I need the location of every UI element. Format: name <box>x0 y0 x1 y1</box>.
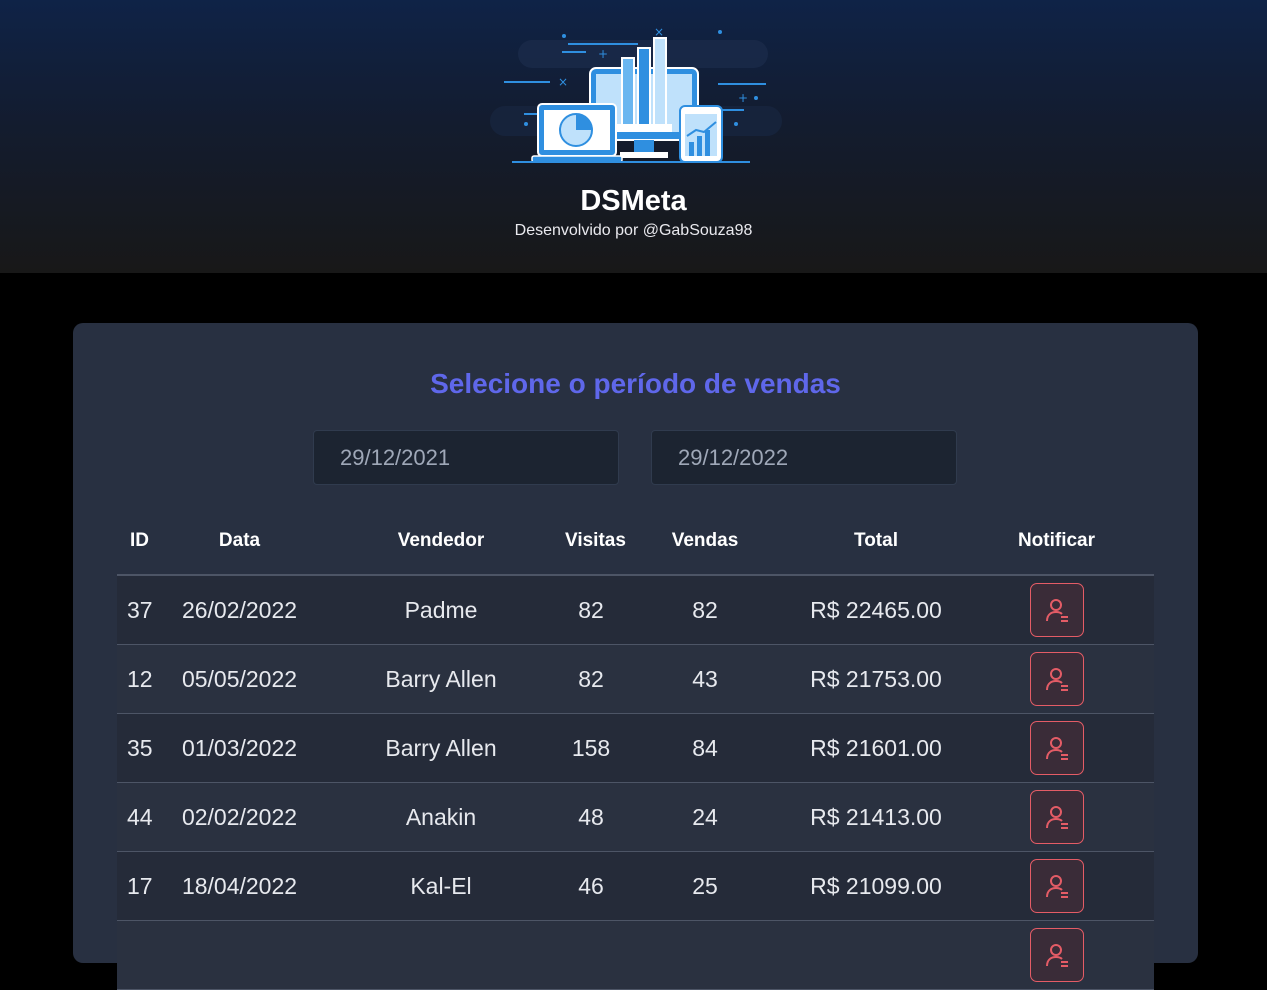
notify-button[interactable] <box>1029 652 1084 706</box>
cell-id: 35 <box>117 713 162 783</box>
header-notify: Notificar <box>959 508 1154 576</box>
notify-button[interactable] <box>1029 583 1084 637</box>
user-notify-icon <box>1045 599 1068 622</box>
cell-notify <box>959 851 1154 921</box>
cell-seller: Barry Allen <box>317 644 565 714</box>
min-date-input[interactable] <box>313 430 619 485</box>
user-notify-icon <box>1045 668 1068 691</box>
cell-date: 26/02/2022 <box>162 575 317 645</box>
cell-visits: 82 <box>565 644 617 714</box>
cell-visits: 82 <box>565 575 617 645</box>
table-row: 35 01/03/2022 Barry Allen 158 84 R$ 2160… <box>117 713 1154 783</box>
notify-button[interactable] <box>1029 859 1084 913</box>
cell-visits: 158 <box>565 713 617 783</box>
table-header-row: ID Data Vendedor Visitas Vendas Total No… <box>117 508 1154 576</box>
dashboard-devices-illustration: + × + × <box>490 26 782 163</box>
header-visits: Visitas <box>565 508 626 576</box>
cell-total: R$ 21601.00 <box>793 713 959 783</box>
table-row: 17 18/04/2022 Kal-El 46 25 R$ 21099.00 <box>117 851 1154 921</box>
cell-total <box>793 920 959 990</box>
cell-date: 02/02/2022 <box>162 782 317 852</box>
cell-date: 01/03/2022 <box>162 713 317 783</box>
table-row: 44 02/02/2022 Anakin 48 24 R$ 21413.00 <box>117 782 1154 852</box>
cell-visits: 46 <box>565 851 617 921</box>
cell-seller: Padme <box>317 575 565 645</box>
cell-sales: 43 <box>617 644 793 714</box>
table-row <box>117 920 1154 990</box>
cell-seller <box>317 920 565 990</box>
svg-text:+: + <box>738 91 748 105</box>
cell-total: R$ 22465.00 <box>793 575 959 645</box>
svg-text:+: + <box>598 47 608 61</box>
cell-id: 12 <box>117 644 162 714</box>
cell-date: 18/04/2022 <box>162 851 317 921</box>
app-header: + × + × DSMeta Desenvolvido por @GabSouz… <box>0 0 1267 273</box>
cell-total: R$ 21413.00 <box>793 782 959 852</box>
table-row: 37 26/02/2022 Padme 82 82 R$ 22465.00 <box>117 575 1154 645</box>
cell-seller: Anakin <box>317 782 565 852</box>
notify-button[interactable] <box>1029 790 1084 844</box>
header-date: Data <box>162 508 317 576</box>
cell-sales: 82 <box>617 575 793 645</box>
sales-period-title: Selecione o período de vendas <box>430 368 841 399</box>
cell-notify <box>959 782 1154 852</box>
header-id: ID <box>117 508 162 576</box>
cell-id: 17 <box>117 851 162 921</box>
cell-sales: 24 <box>617 782 793 852</box>
cell-sales <box>617 920 793 990</box>
app-subtitle: Desenvolvido por @GabSouza98 <box>514 222 753 239</box>
cell-seller: Barry Allen <box>317 713 565 783</box>
cell-id: 37 <box>117 575 162 645</box>
notify-button[interactable] <box>1029 928 1084 982</box>
header-sales: Vendas <box>617 508 793 576</box>
user-notify-icon <box>1045 875 1068 898</box>
notify-button[interactable] <box>1029 721 1084 775</box>
cell-total: R$ 21099.00 <box>793 851 959 921</box>
user-notify-icon <box>1045 944 1068 967</box>
cell-id <box>117 920 162 990</box>
cell-seller: Kal-El <box>317 851 565 921</box>
max-date-input[interactable] <box>651 430 957 485</box>
cell-date <box>162 920 317 990</box>
cell-notify <box>959 644 1154 714</box>
header-total: Total <box>793 508 959 576</box>
sales-table: ID Data Vendedor Visitas Vendas Total No… <box>117 508 1154 990</box>
user-notify-icon <box>1045 806 1068 829</box>
cell-sales: 25 <box>617 851 793 921</box>
cell-total: R$ 21753.00 <box>793 644 959 714</box>
cell-notify <box>959 575 1154 645</box>
header-seller: Vendedor <box>317 508 565 576</box>
cell-notify <box>959 920 1154 990</box>
cell-visits <box>565 920 617 990</box>
cell-notify <box>959 713 1154 783</box>
cell-visits: 48 <box>565 782 617 852</box>
table-row: 12 05/05/2022 Barry Allen 82 43 R$ 21753… <box>117 644 1154 714</box>
app-title: DSMeta <box>580 185 687 217</box>
svg-text:×: × <box>558 75 568 89</box>
cell-id: 44 <box>117 782 162 852</box>
cell-date: 05/05/2022 <box>162 644 317 714</box>
user-notify-icon <box>1045 737 1068 760</box>
cell-sales: 84 <box>617 713 793 783</box>
